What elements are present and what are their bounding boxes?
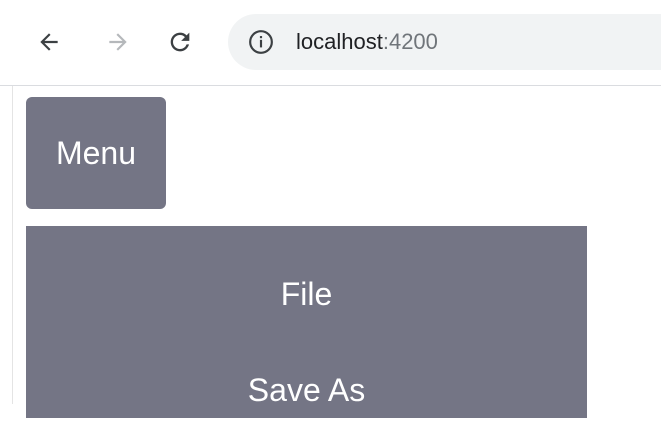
browser-toolbar: localhost:4200	[0, 0, 661, 86]
back-button[interactable]	[27, 20, 71, 64]
menu-item-file[interactable]: File	[26, 274, 587, 314]
url-text[interactable]: localhost:4200	[296, 28, 438, 56]
url-host: localhost	[296, 29, 383, 54]
dropdown-menu: File Save As	[26, 226, 587, 418]
arrow-right-icon	[109, 33, 127, 51]
address-bar[interactable]: localhost:4200	[228, 14, 661, 70]
reload-button[interactable]	[158, 20, 202, 64]
menu-item-save-as[interactable]: Save As	[26, 370, 587, 410]
arrow-left-icon	[40, 33, 58, 51]
content-divider	[12, 86, 13, 404]
info-icon[interactable]	[248, 29, 274, 55]
menu-button[interactable]: Menu	[26, 97, 166, 209]
forward-button[interactable]	[96, 20, 140, 64]
reload-icon	[170, 32, 190, 52]
url-port: :4200	[382, 29, 438, 54]
